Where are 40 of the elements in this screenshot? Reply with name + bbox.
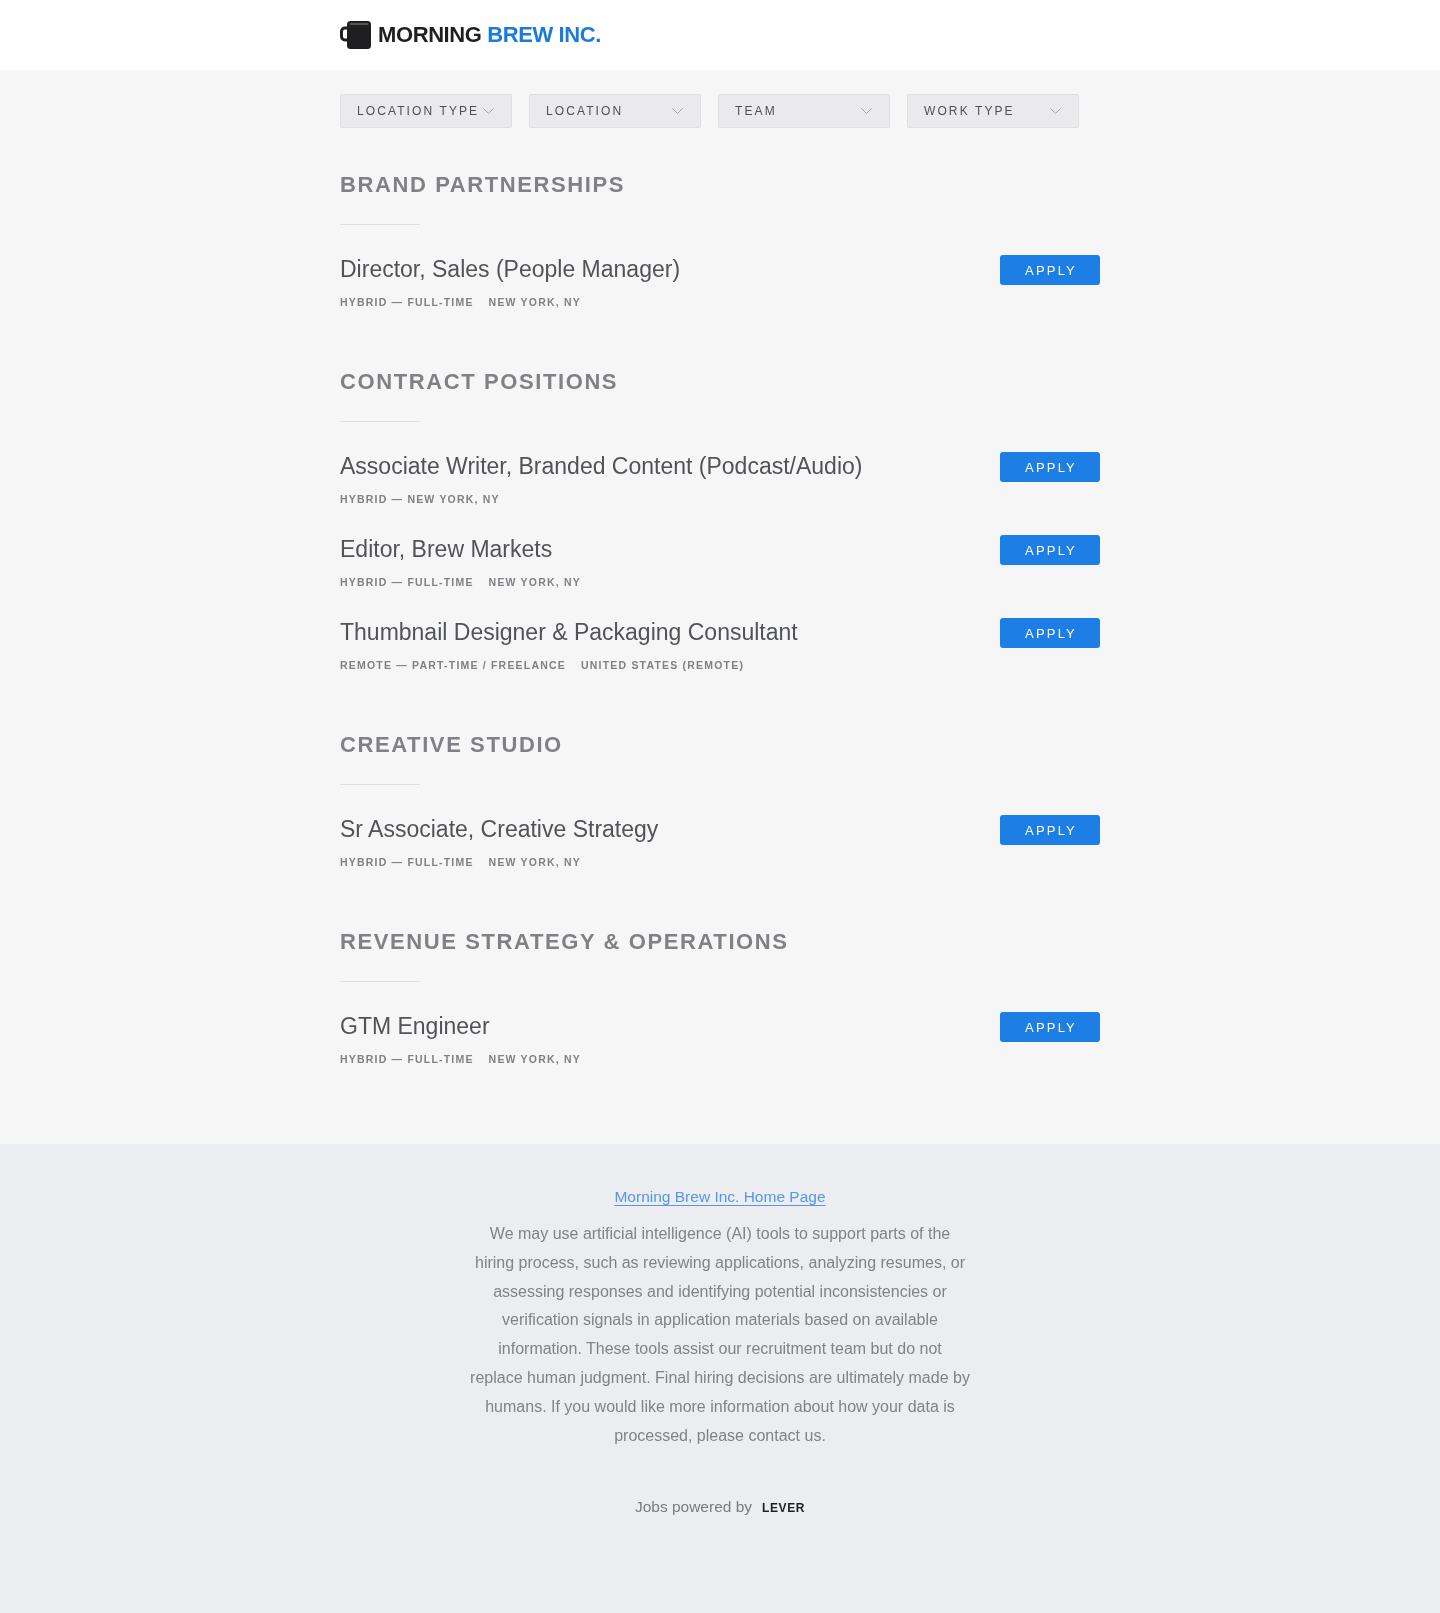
apply-button[interactable]: APPLY bbox=[1000, 535, 1100, 565]
section-heading: BRAND PARTNERSHIPS bbox=[340, 171, 627, 199]
chevron-down-icon bbox=[1050, 108, 1061, 114]
section-heading: REVENUE STRATEGY & OPERATIONS bbox=[340, 928, 790, 956]
filter-dropdown[interactable]: LOCATION bbox=[529, 94, 701, 128]
section-heading: CREATIVE STUDIO bbox=[340, 731, 564, 759]
chevron-down-icon bbox=[861, 108, 872, 114]
ai-disclaimer-text: We may use artificial intelligence (AI) tools to support parts of the hiring process, such as reviewing applications, analyzing resumes, or assessing responses and identifying potential inconsistencies or verification signals in application materials based on available information. These tools assist our recruitment team but do not replace human judgment. Final hiring decisions are ultimately made by humans. If you would like more information about how your data is processed, please contact us. bbox=[470, 1224, 970, 1446]
job-tag: HYBRID — FULL-TIME bbox=[340, 854, 474, 870]
powered-by-text: Jobs powered by bbox=[634, 1497, 753, 1518]
filter-dropdown[interactable]: TEAM bbox=[718, 94, 890, 128]
job-tag: NEW YORK, NY bbox=[488, 574, 581, 590]
job-title-link[interactable]: Thumbnail Designer & Packaging Consultant bbox=[340, 617, 798, 647]
job-tag: REMOTE — PART-TIME / FREELANCE bbox=[340, 657, 566, 673]
job-title-link[interactable]: Sr Associate, Creative Strategy bbox=[340, 814, 659, 844]
filter-dropdown[interactable]: WORK TYPE bbox=[907, 94, 1079, 128]
job-tag: NEW YORK, NY bbox=[488, 1051, 581, 1067]
apply-button[interactable]: APPLY bbox=[1000, 452, 1100, 482]
lever-wordmark[interactable]: LEVER bbox=[762, 1500, 806, 1517]
job-title-link[interactable]: GTM Engineer bbox=[340, 1011, 490, 1041]
job-tag: UNITED STATES (REMOTE) bbox=[581, 657, 745, 673]
apply-button[interactable]: APPLY bbox=[1000, 255, 1100, 285]
chevron-down-icon bbox=[483, 108, 494, 114]
section-heading: CONTRACT POSITIONS bbox=[340, 368, 620, 396]
mug-icon[interactable] bbox=[340, 20, 372, 50]
job-tag: HYBRID — NEW YORK, NY bbox=[340, 491, 500, 507]
apply-button[interactable]: APPLY bbox=[1000, 618, 1100, 648]
job-title-link[interactable]: Associate Writer, Branded Content (Podcast/Audio) bbox=[340, 451, 863, 481]
job-tag: HYBRID — FULL-TIME bbox=[340, 294, 474, 310]
job-title-link[interactable]: Director, Sales (People Manager) bbox=[340, 254, 681, 284]
filter-dropdown[interactable]: LOCATION TYPE bbox=[340, 94, 512, 128]
apply-button[interactable]: APPLY bbox=[1000, 1012, 1100, 1042]
job-tag: HYBRID — FULL-TIME bbox=[340, 1051, 474, 1067]
logo-wordmark[interactable]: MORNING BREW INC. bbox=[378, 22, 601, 48]
chevron-down-icon bbox=[672, 108, 683, 114]
job-tag: NEW YORK, NY bbox=[488, 294, 581, 310]
job-tag: HYBRID — FULL-TIME bbox=[340, 574, 474, 590]
job-title-link[interactable]: Editor, Brew Markets bbox=[340, 534, 553, 564]
job-tag: NEW YORK, NY bbox=[488, 854, 581, 870]
apply-button[interactable]: APPLY bbox=[1000, 815, 1100, 845]
